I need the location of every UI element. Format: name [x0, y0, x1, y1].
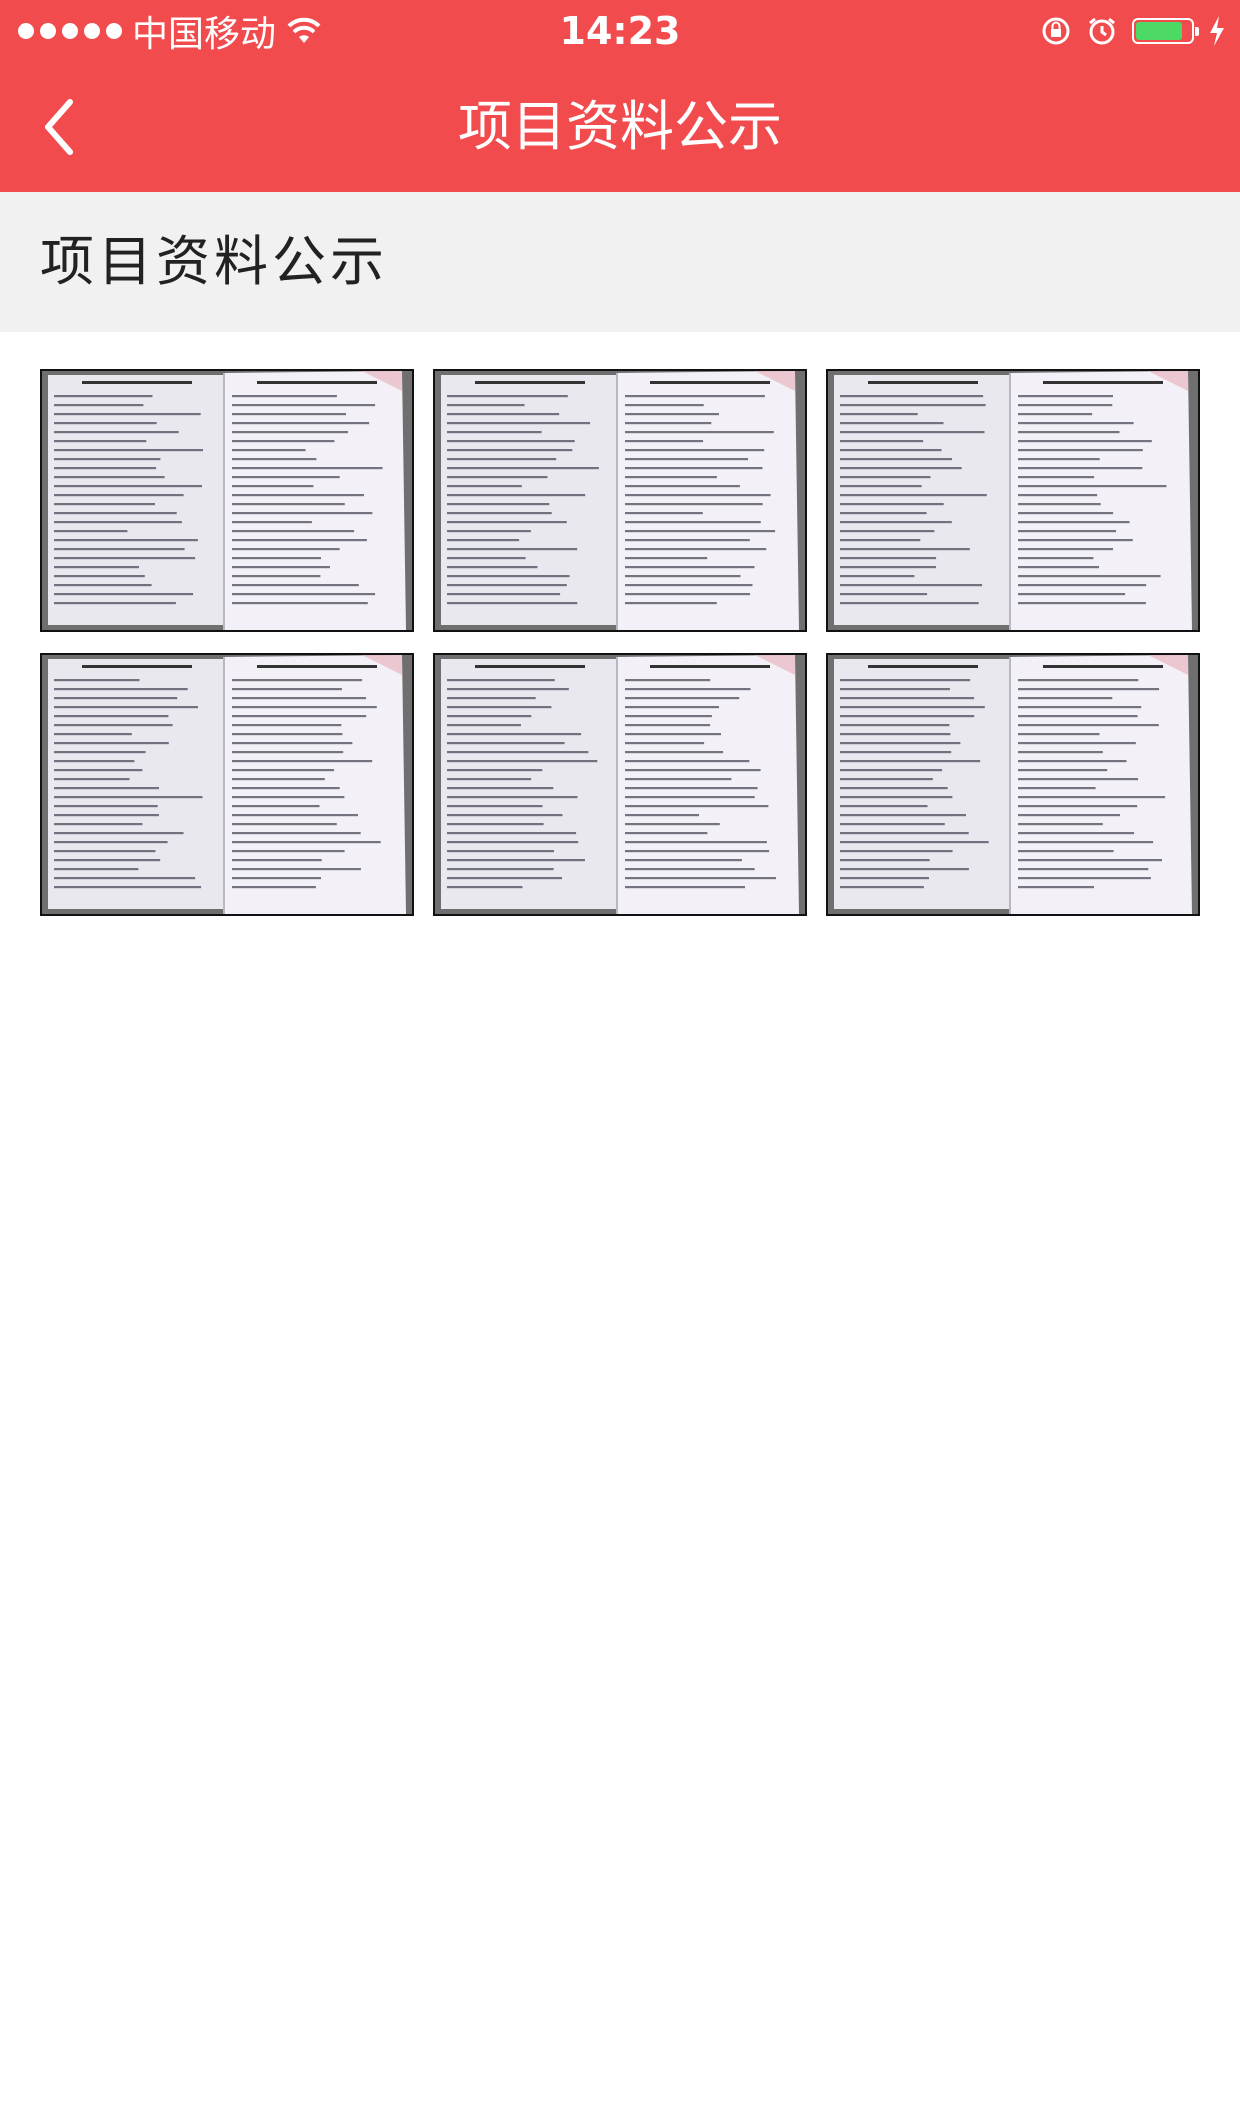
rotation-lock-icon [1042, 17, 1070, 45]
document-thumbnail[interactable] [433, 369, 807, 632]
page-title: 项目资料公示 [458, 95, 782, 158]
document-photo [828, 371, 1198, 630]
section-title: 项目资料公示 [40, 230, 388, 293]
charging-bolt-icon [1210, 16, 1224, 46]
document-photo [42, 655, 412, 914]
document-thumbnail[interactable] [40, 369, 414, 632]
image-grid [40, 369, 1200, 916]
navigation-bar: 项目资料公示 [0, 62, 1240, 192]
section-header: 项目资料公示 [0, 192, 1240, 332]
document-thumbnail[interactable] [826, 369, 1200, 632]
document-photo [828, 655, 1198, 914]
status-bar: 中国移动 14:23 [0, 0, 1240, 62]
battery-icon [1132, 18, 1199, 44]
status-right [1040, 0, 1226, 62]
document-photo [435, 655, 805, 914]
document-photo [435, 371, 805, 630]
document-photo [42, 371, 412, 630]
document-thumbnail[interactable] [826, 653, 1200, 916]
document-thumbnail[interactable] [433, 653, 807, 916]
document-thumbnail[interactable] [40, 653, 414, 916]
alarm-icon [1089, 17, 1115, 45]
